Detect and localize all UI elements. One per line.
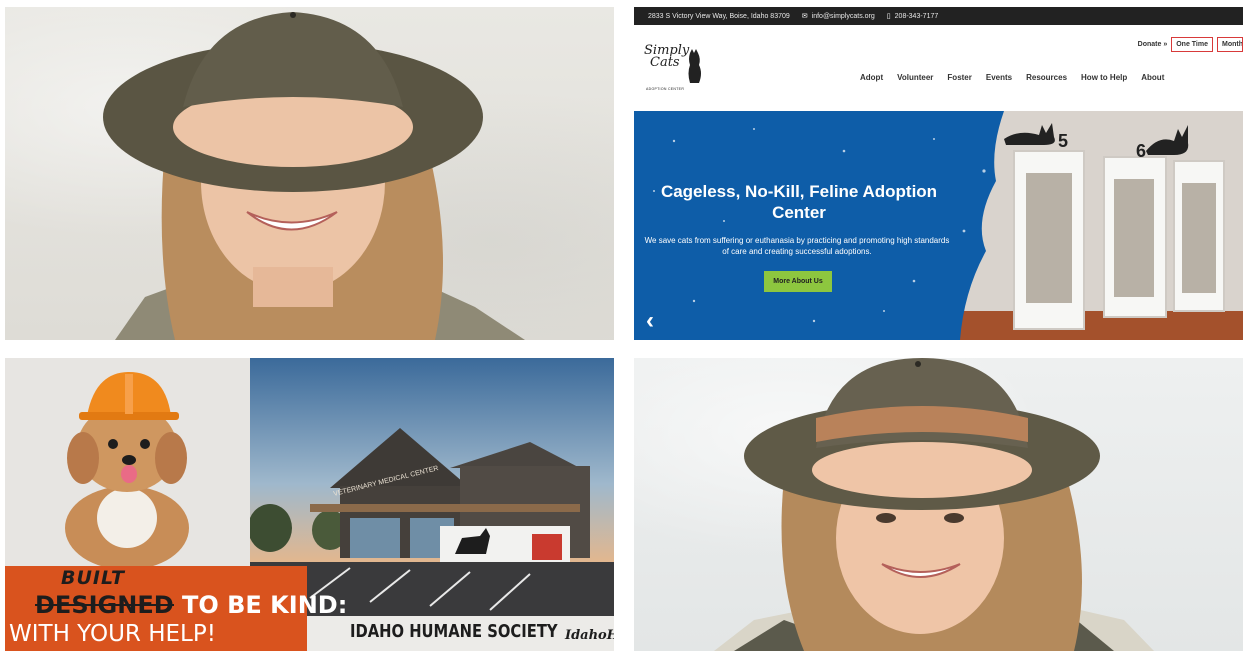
cat-silhouette-icon <box>688 49 701 83</box>
mail-icon: ✉ <box>801 13 808 20</box>
hero-description: We save cats from suffering or euthanasi… <box>644 236 950 256</box>
built-word: BUILT <box>61 567 125 589</box>
email-text: info@simplycats.org <box>811 12 875 20</box>
donate-one-time-button[interactable]: One Time <box>1171 37 1213 52</box>
headline-line-2: WITH YOUR HELP! <box>9 621 216 647</box>
phone-link[interactable]: ▯ 208-343-7177 <box>886 12 939 21</box>
phone-icon: ▯ <box>886 13 891 20</box>
door-number-5: 5 <box>1058 131 1068 151</box>
donate-label: Donate » <box>1137 41 1168 48</box>
nav-item-resources[interactable]: Resources <box>1026 73 1067 82</box>
donate-row: Donate » One Time Monthly <box>1138 37 1243 52</box>
headline-line-1: DESIGNED TO BE KIND: <box>35 591 347 619</box>
nav-item-adopt[interactable]: Adopt <box>860 73 883 82</box>
more-about-us-button[interactable]: More About Us <box>764 271 832 292</box>
nav-item-about[interactable]: About <box>1141 73 1164 82</box>
right-eye <box>944 513 964 523</box>
puppy-with-hard-hat-illustration <box>65 372 189 570</box>
simply-cats-website-screenshot: 2833 S Victory View Way, Boise, Idaho 83… <box>634 7 1243 340</box>
ranger-portrait-illustration <box>714 358 1154 651</box>
hero-slider: 5 6 Cageless, No-Kill, Feline Adoption C… <box>634 111 1243 340</box>
struck-word: DESIGNED <box>35 591 174 619</box>
hero-title: Cageless, No-Kill, Feline Adoption Cente… <box>660 182 938 222</box>
door-number-6: 6 <box>1136 141 1146 161</box>
nav-item-foster[interactable]: Foster <box>947 73 971 82</box>
ranger-photo-bottom-right <box>634 358 1243 651</box>
address-text: 2833 S Victory View Way, Boise, Idaho 83… <box>648 12 790 20</box>
email-link[interactable]: ✉ info@simplycats.org <box>801 12 875 21</box>
headline-rest: TO BE KIND: <box>173 591 348 619</box>
nav-item-volunteer[interactable]: Volunteer <box>897 73 933 82</box>
left-eye <box>876 513 896 523</box>
phone-text: 208-343-7177 <box>894 12 939 20</box>
ranger-photo-top-left <box>5 7 614 340</box>
hat-crown <box>183 12 403 107</box>
hero-background: 5 6 <box>634 111 1243 340</box>
contact-topbar: 2833 S Victory View Way, Boise, Idaho 83… <box>634 7 1243 25</box>
donate-monthly-button[interactable]: Monthly <box>1217 37 1243 52</box>
logo-tagline: ADOPTION CENTER <box>646 87 685 91</box>
site-header: Simply Cats ADOPTION CENTER Donate » One… <box>634 25 1243 111</box>
simply-cats-logo[interactable]: Simply Cats ADOPTION CENTER <box>644 44 708 95</box>
slider-prev-chevron-icon[interactable]: ‹ <box>646 307 654 335</box>
ranger-portrait-illustration <box>103 12 525 340</box>
humane-society-promo: VETERINARY MEDICAL CENTER BUILT DESIGNED… <box>5 358 614 651</box>
org-url-fragment: IdahoH <box>565 628 614 643</box>
org-name: IDAHO HUMANE SOCIETY <box>350 621 558 642</box>
main-nav: Adopt Volunteer Foster Events Resources … <box>860 73 1164 82</box>
nav-item-events[interactable]: Events <box>986 73 1012 82</box>
nav-item-how-to-help[interactable]: How to Help <box>1081 73 1127 82</box>
